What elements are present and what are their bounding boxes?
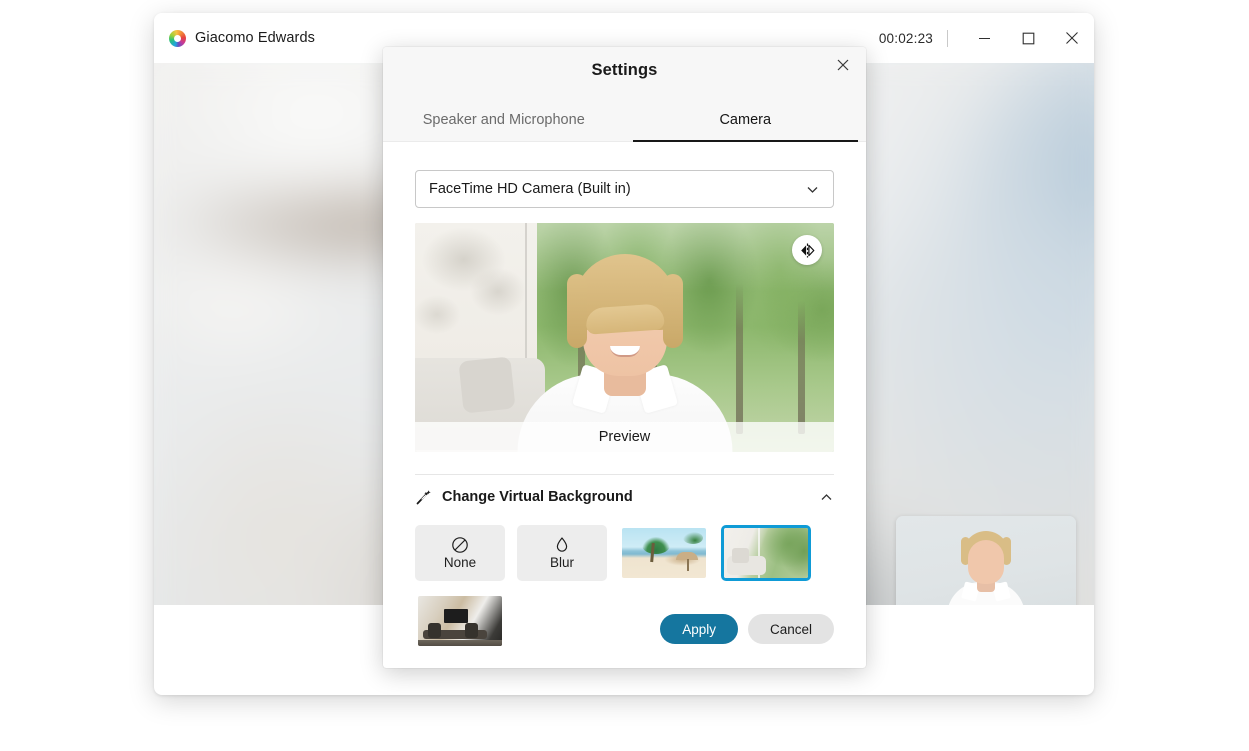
brand-name: Giacomo Edwards [195, 30, 315, 46]
tab-label: Camera [719, 112, 772, 128]
no-entry-icon [451, 536, 469, 554]
chair [465, 623, 479, 638]
dialog-header: Settings Speaker and Microphone Camera [383, 47, 866, 142]
office-lounge-thumbnail-icon [418, 596, 502, 646]
cancel-button[interactable]: Cancel [747, 614, 834, 644]
close-icon [837, 59, 849, 71]
vbg-option-blur[interactable]: Blur [517, 525, 607, 581]
wall-tv [444, 609, 469, 623]
chair [428, 623, 442, 638]
tab-label: Speaker and Microphone [422, 112, 585, 128]
maximize-button[interactable] [1006, 13, 1050, 63]
dialog-close-button[interactable] [830, 52, 856, 78]
window-close-button[interactable] [1050, 13, 1094, 63]
close-icon [1066, 32, 1078, 44]
preview-tree-trunk [735, 282, 743, 434]
preview-person [515, 237, 735, 452]
dialog-tabs: Speaker and Microphone Camera [383, 112, 867, 142]
virtual-background-header[interactable]: Change Virtual Background [415, 475, 834, 519]
app-ring-logo-icon [169, 29, 186, 47]
virtual-background-title: Change Virtual Background [442, 489, 633, 505]
vbg-option-beach[interactable] [619, 525, 709, 581]
palm-leaves [642, 537, 671, 554]
tab-camera[interactable]: Camera [625, 112, 867, 142]
camera-device-value: FaceTime HD Camera (Built in) [429, 181, 631, 197]
dialog-title: Settings [591, 61, 658, 79]
minimize-button[interactable] [962, 13, 1006, 63]
beach-umbrella [675, 551, 698, 571]
self-view-head [968, 540, 1004, 584]
floor [418, 639, 502, 646]
brand: Giacomo Edwards [169, 29, 315, 47]
window-controls: 00:02:23 [879, 13, 1094, 63]
preview-mouth [609, 346, 640, 357]
vbg-option-office-lounge[interactable] [415, 593, 505, 649]
self-view-thumbnail[interactable] [896, 516, 1076, 616]
chevron-up-icon[interactable] [819, 490, 834, 505]
titlebar-divider [947, 29, 948, 47]
preview-pillow [458, 356, 516, 414]
mirror-video-button[interactable] [792, 235, 822, 265]
camera-device-select[interactable]: FaceTime HD Camera (Built in) [415, 170, 834, 208]
vbg-option-label: Blur [549, 555, 574, 570]
preview-tree-trunk [798, 300, 806, 434]
magic-wand-icon [415, 489, 432, 506]
tab-speaker-and-microphone[interactable]: Speaker and Microphone [383, 112, 625, 141]
vbg-option-none[interactable]: None [415, 525, 505, 581]
vbg-option-label: None [443, 555, 477, 570]
preview-label: Preview [415, 422, 834, 452]
water-drop-icon [553, 536, 571, 554]
self-view-person [947, 531, 1025, 616]
minimize-icon [978, 37, 990, 39]
chevron-down-icon [805, 182, 820, 197]
dialog-actions: Apply Cancel [660, 614, 834, 644]
maximize-icon [1022, 32, 1034, 44]
call-timer: 00:02:23 [878, 30, 933, 46]
mirror-flip-icon [800, 243, 814, 257]
dialog-body: FaceTime HD Camera (Built in) Preview Ch… [383, 170, 866, 649]
cushion [732, 548, 750, 563]
vbg-option-living-room[interactable] [721, 525, 811, 581]
palm-leaves-secondary [682, 532, 703, 544]
beach-thumbnail-icon [622, 528, 706, 578]
apply-button[interactable]: Apply [660, 614, 738, 644]
preview-bangs [584, 303, 665, 335]
camera-preview: Preview [415, 223, 834, 452]
settings-dialog: Settings Speaker and Microphone Camera F… [383, 47, 866, 668]
living-room-thumbnail-icon [724, 528, 808, 578]
